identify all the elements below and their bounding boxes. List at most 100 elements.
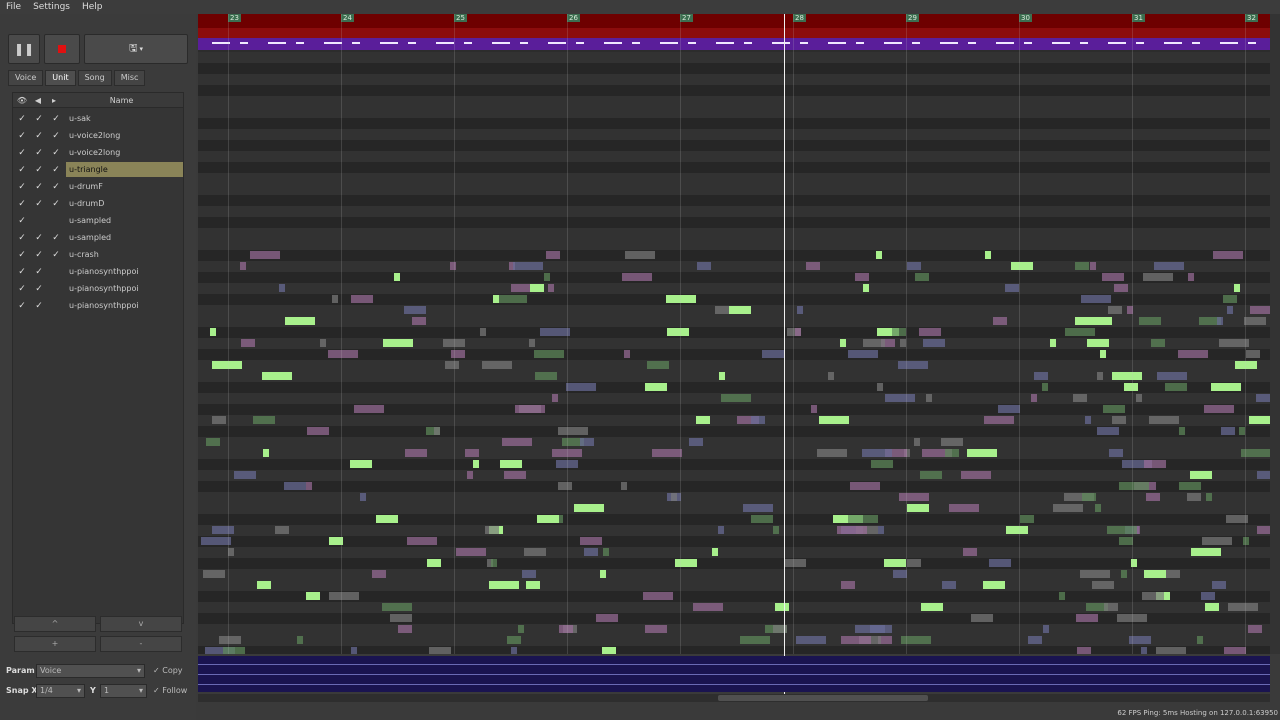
note[interactable] [1156,647,1186,654]
unit-row[interactable]: ✓ ✓ ✓ u-crash [13,246,183,263]
unit-name[interactable]: u-drumF [66,179,183,194]
note[interactable] [320,339,326,347]
unit-v2-checkbox[interactable]: ✓ [33,300,45,312]
note[interactable] [1197,636,1203,644]
note[interactable] [580,537,602,545]
note[interactable] [485,526,499,534]
note[interactable] [1034,372,1048,380]
note[interactable] [467,471,473,479]
note[interactable] [621,482,627,490]
note[interactable] [558,482,572,490]
note[interactable] [1243,537,1249,545]
unit-name[interactable]: u-voice2long [66,128,183,143]
add-unit-button[interactable]: + [14,636,96,652]
unit-v3-checkbox[interactable] [50,283,62,295]
visible-icon[interactable]: 👁 [16,96,28,105]
note[interactable] [596,614,618,622]
unit-v1-checkbox[interactable]: ✓ [16,164,28,176]
note[interactable] [1190,471,1212,479]
tab-unit[interactable]: Unit [45,70,76,86]
note[interactable] [559,625,573,633]
note[interactable] [493,295,499,303]
unit-v1-checkbox[interactable]: ✓ [16,266,28,278]
note[interactable] [1121,570,1127,578]
note[interactable] [625,251,655,259]
note[interactable] [1075,317,1105,325]
note[interactable] [537,515,559,523]
tab-misc[interactable]: Misc [113,70,146,86]
unit-v2-checkbox[interactable]: ✓ [33,113,45,125]
note[interactable] [941,438,963,446]
note[interactable] [1144,460,1166,468]
note[interactable] [1095,504,1101,512]
note[interactable] [1165,383,1187,391]
note[interactable] [1006,526,1028,534]
scrollbar-thumb[interactable] [718,695,928,701]
note[interactable] [971,614,993,622]
unit-name[interactable]: u-crash [66,247,183,262]
unit-v3-checkbox[interactable] [50,300,62,312]
note[interactable] [398,625,412,633]
note[interactable] [382,603,412,611]
note[interactable] [884,559,906,567]
note[interactable] [712,548,718,556]
note[interactable] [1124,383,1138,391]
unit-v1-checkbox[interactable]: ✓ [16,300,28,312]
note[interactable] [797,306,803,314]
note[interactable] [1244,317,1266,325]
note[interactable] [1102,273,1124,281]
note[interactable] [645,383,667,391]
note[interactable] [689,438,703,446]
note[interactable] [652,449,682,457]
note[interactable] [529,339,535,347]
note[interactable] [1211,383,1241,391]
note[interactable] [1112,372,1142,380]
note[interactable] [1050,339,1056,347]
parameter-strip[interactable] [198,656,1270,692]
note[interactable] [718,526,724,534]
unit-row[interactable]: ✓ ✓ ✓ u-voice2long [13,144,183,161]
note[interactable] [372,570,386,578]
piano-roll[interactable]: 23 24 25 26 27 28 29 30 31 32 [198,14,1270,654]
follow-checkbox[interactable]: ✓ Follow [153,686,187,695]
note[interactable] [1221,427,1235,435]
menu-file[interactable]: File [0,2,27,12]
note[interactable] [1257,526,1270,534]
unit-name[interactable]: u-pianosynthppoi [66,264,183,279]
note[interactable] [729,306,751,314]
note[interactable] [219,636,241,644]
tab-voice[interactable]: Voice [8,70,44,86]
note[interactable] [354,405,384,413]
note[interactable] [530,284,544,292]
note[interactable] [963,548,977,556]
note[interactable] [1246,350,1260,358]
note[interactable] [566,383,596,391]
note[interactable] [1234,284,1240,292]
note[interactable] [434,427,440,435]
note[interactable] [1142,592,1164,600]
note[interactable] [811,405,817,413]
note[interactable] [1100,350,1106,358]
tempo-strip[interactable] [198,28,1270,38]
note[interactable] [1227,306,1233,314]
note[interactable] [1114,284,1128,292]
param-select[interactable]: Voice ▾ [36,664,145,678]
note[interactable] [885,394,915,402]
note[interactable] [546,251,560,259]
unit-v1-checkbox[interactable]: ✓ [16,215,28,227]
note[interactable] [967,449,997,457]
note[interactable] [806,262,820,270]
note[interactable] [1031,394,1037,402]
unit-v1-checkbox[interactable]: ✓ [16,130,28,142]
snap-x-select[interactable]: 1/4 ▾ [36,684,85,698]
note[interactable] [1235,361,1257,369]
unit-v1-checkbox[interactable]: ✓ [16,113,28,125]
note[interactable] [622,273,652,281]
unit-v2-checkbox[interactable] [33,215,45,227]
note[interactable] [250,251,280,259]
unit-row[interactable]: ✓ ✓ ✓ u-sak [13,110,183,127]
note[interactable] [526,581,540,589]
note[interactable] [552,394,558,402]
note[interactable] [1144,570,1166,578]
unit-v2-checkbox[interactable]: ✓ [33,198,45,210]
